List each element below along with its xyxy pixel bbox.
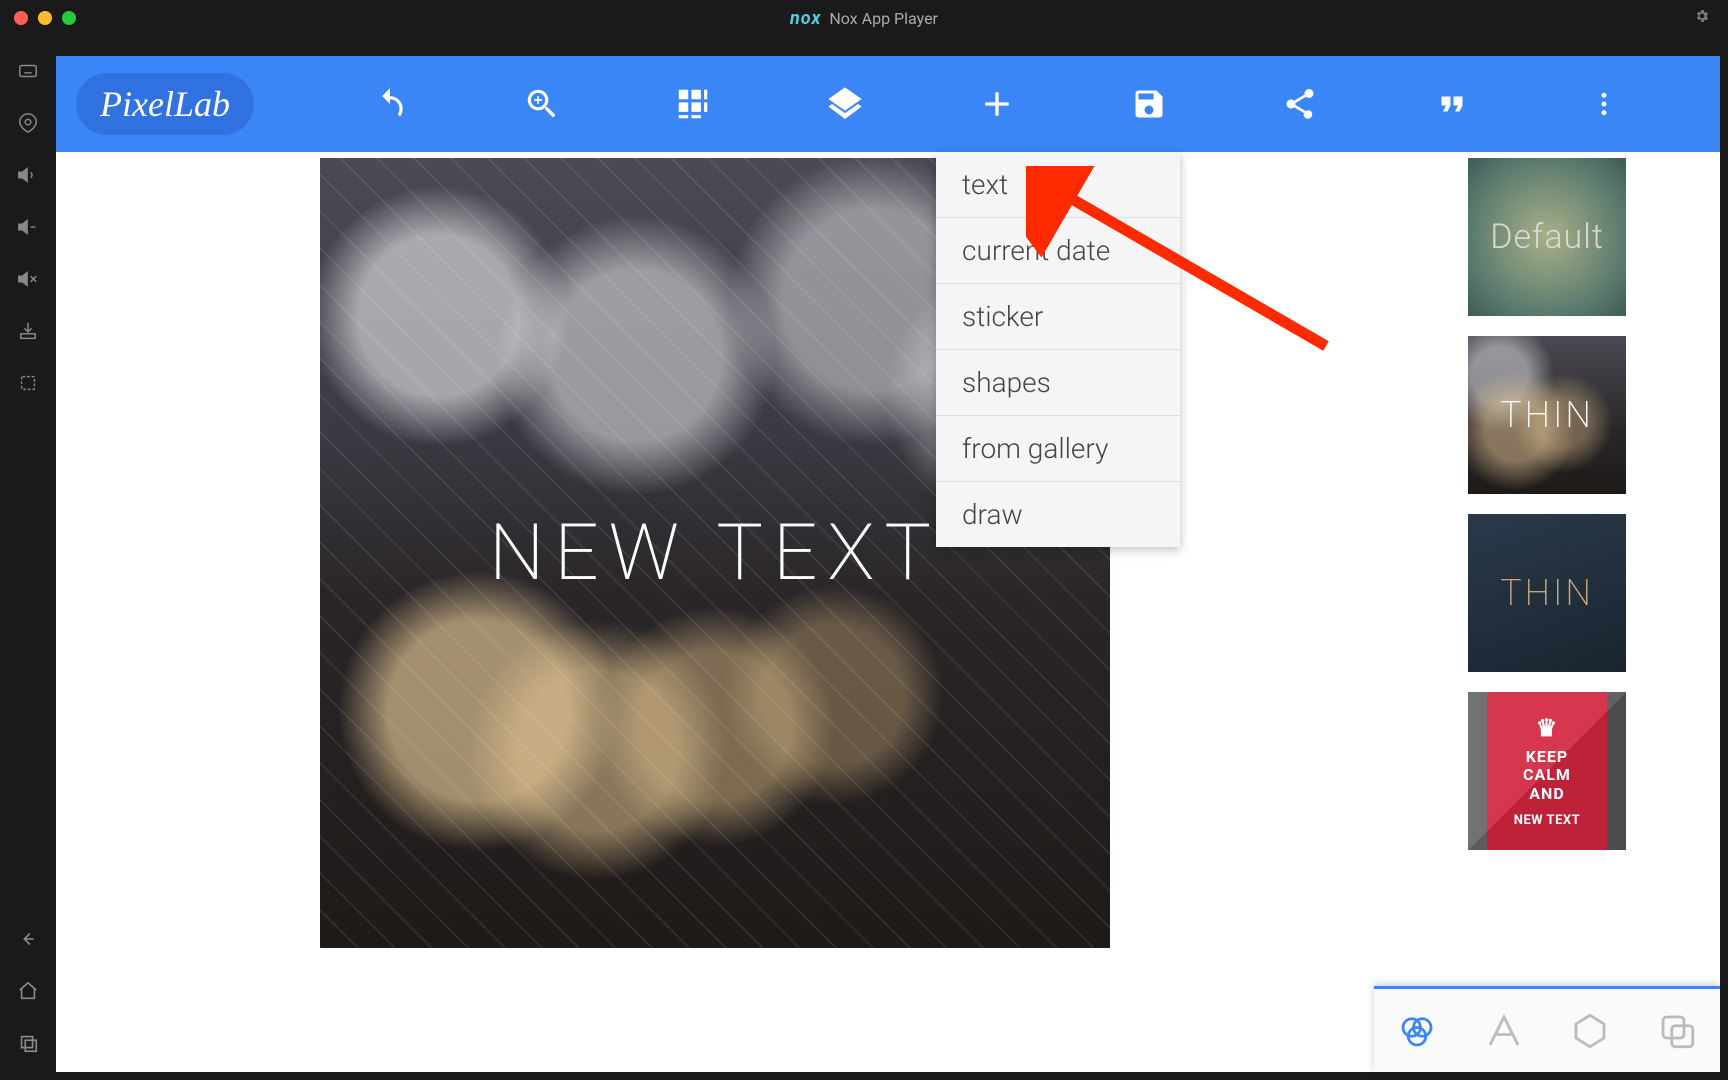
template-thin-bokeh[interactable]: THIN (1468, 336, 1626, 494)
install-apk-icon[interactable] (17, 320, 39, 342)
template-label: THIN (1500, 572, 1594, 614)
volume-mute-icon[interactable] (17, 268, 39, 290)
template-label: KEEP (1526, 748, 1568, 766)
app-logo-text: PixelLab (100, 83, 230, 125)
tab-layers[interactable] (1654, 1008, 1700, 1054)
add-menu-item-text[interactable]: text (936, 152, 1180, 218)
screenshot-icon[interactable] (17, 372, 39, 394)
window-title: nox Nox App Player (790, 8, 938, 29)
emulator-settings-button[interactable] (1694, 8, 1710, 28)
window-title-text: Nox App Player (829, 9, 938, 28)
tab-text[interactable] (1481, 1008, 1527, 1054)
layers-button[interactable] (825, 84, 865, 124)
add-menu-item-draw[interactable]: draw (936, 482, 1180, 547)
app-toolbar: PixelLab (56, 56, 1720, 152)
quote-button[interactable] (1432, 84, 1472, 124)
add-menu-item-current-date[interactable]: current date (936, 218, 1180, 284)
template-category-tabs (1374, 986, 1720, 1072)
save-button[interactable] (1129, 84, 1169, 124)
tab-shape[interactable] (1567, 1008, 1613, 1054)
add-button[interactable] (977, 84, 1017, 124)
template-label: THIN (1500, 394, 1594, 436)
add-menu-item-shapes[interactable]: shapes (936, 350, 1180, 416)
tab-blend[interactable] (1394, 1008, 1440, 1054)
volume-down-icon[interactable] (17, 216, 39, 238)
traffic-lights (0, 11, 76, 25)
share-button[interactable] (1280, 84, 1320, 124)
location-icon[interactable] (17, 112, 39, 134)
home-icon[interactable] (17, 980, 39, 1002)
template-label: AND (1529, 785, 1564, 803)
zoom-window-button[interactable] (62, 11, 76, 25)
app-content: NEW TEXT text current date sticker shape… (56, 152, 1720, 1072)
recent-apps-icon[interactable] (17, 1032, 39, 1054)
volume-up-icon[interactable] (17, 164, 39, 186)
window-titlebar: nox Nox App Player (0, 0, 1728, 36)
add-menu-item-sticker[interactable]: sticker (936, 284, 1180, 350)
templates-panel: Default THIN THIN ♛ KEEP CALM AND NEW TE… (1374, 152, 1720, 1072)
keyboard-icon[interactable] (17, 60, 39, 82)
nox-logo: nox (790, 8, 821, 29)
minimize-window-button[interactable] (38, 11, 52, 25)
app-logo[interactable]: PixelLab (76, 73, 254, 135)
template-label: Default (1490, 217, 1604, 257)
template-default[interactable]: Default (1468, 158, 1626, 316)
add-menu-item-from-gallery[interactable]: from gallery (936, 416, 1180, 482)
undo-button[interactable] (370, 84, 410, 124)
template-label: CALM (1523, 766, 1571, 784)
emulator-viewport: PixelLab NEW TEXT (56, 36, 1728, 1080)
add-menu: text current date sticker shapes from ga… (936, 152, 1180, 547)
template-label: NEW TEXT (1514, 813, 1580, 828)
template-keep-calm[interactable]: ♛ KEEP CALM AND NEW TEXT (1468, 692, 1626, 850)
canvas-text-layer[interactable]: NEW TEXT (489, 508, 941, 599)
grid-button[interactable] (673, 84, 713, 124)
overflow-menu-button[interactable] (1584, 84, 1624, 124)
emulator-sidebar (0, 36, 56, 1080)
template-thin-dark[interactable]: THIN (1468, 514, 1626, 672)
close-window-button[interactable] (14, 11, 28, 25)
back-icon[interactable] (17, 928, 39, 950)
zoom-button[interactable] (522, 84, 562, 124)
android-screen: PixelLab NEW TEXT (56, 56, 1720, 1072)
crown-icon: ♛ (1536, 714, 1559, 742)
